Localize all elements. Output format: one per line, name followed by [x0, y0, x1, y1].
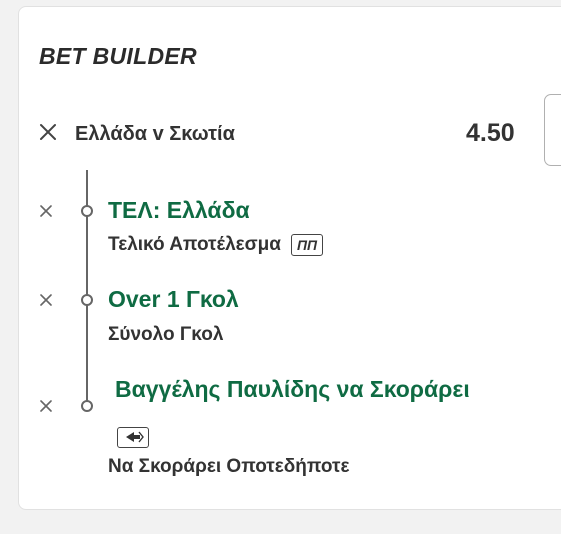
remove-match-close-icon[interactable]: [39, 123, 57, 141]
selection-name[interactable]: Βαγγέλης Παυλίδης να Σκοράρει: [115, 376, 470, 403]
selection-market-label: Τελικό Αποτέλεσμα: [108, 234, 281, 256]
bet-builder-title: BET BUILDER: [39, 43, 197, 69]
stake-input[interactable]: [544, 94, 561, 166]
match-name: Ελλάδα v Σκωτία: [75, 123, 235, 145]
pp-badge: ΠΠ: [290, 234, 324, 256]
remove-selection-close-icon[interactable]: [40, 400, 52, 412]
remove-selection-close-icon[interactable]: [40, 205, 52, 217]
selection-market: Να Σκοράρει Οποτεδήποτε: [108, 456, 350, 477]
selection-node-icon: [81, 400, 93, 412]
selection-market: Τελικό Αποτέλεσμα ΠΠ: [108, 234, 324, 256]
selection-node-icon: [81, 205, 93, 217]
selection-name[interactable]: Over 1 Γκολ: [108, 286, 239, 313]
total-odds: 4.50: [466, 119, 515, 147]
bet-builder-card: BET BUILDER Ελλάδα v Σκωτία 4.50 ΤΕΛ: Ελ…: [18, 6, 561, 510]
match-row: Ελλάδα v Σκωτία 4.50: [19, 94, 561, 166]
selection-node-icon: [81, 294, 93, 306]
selection-market: Σύνολο Γκολ: [108, 324, 224, 345]
remove-selection-close-icon[interactable]: [40, 294, 52, 306]
selection-name[interactable]: ΤΕΛ: Ελλάδα: [108, 197, 250, 224]
swap-arrow-icon: [117, 427, 149, 448]
